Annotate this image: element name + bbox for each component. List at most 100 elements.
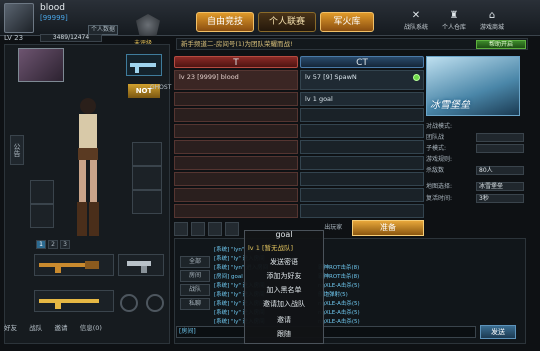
tab-armory[interactable]: 军火库 (320, 12, 374, 32)
mode-select[interactable] (476, 133, 524, 142)
rifle-icon (130, 63, 156, 73)
nav-team-system[interactable]: ✕ 战队系统 (398, 10, 434, 32)
chat-input[interactable]: [房间] (176, 326, 476, 338)
t-empty-slot[interactable] (174, 140, 298, 154)
gear-slot[interactable] (132, 190, 162, 214)
gold-rifle-icon (39, 299, 99, 309)
tab-personal-league[interactable]: 个人联赛 (258, 12, 316, 32)
weapon-tag-sub: GHOST (150, 84, 172, 91)
nav-team-label: 战队系统 (403, 24, 428, 31)
map-name: 冰雪堡垒 (430, 100, 470, 111)
t-empty-slot[interactable] (174, 188, 298, 202)
invite-button[interactable]: 邀请 (54, 322, 67, 332)
vest-icon[interactable] (225, 222, 239, 236)
warehouse-icon: ♜ (449, 10, 459, 21)
helmet-icon[interactable] (191, 222, 205, 236)
ct-player-id: [9] (323, 73, 333, 81)
setting-map: 地图选择: 冰雪堡垒 (426, 182, 526, 192)
menu-item-add-friend[interactable]: 添加为好友 (248, 270, 320, 283)
user-name: blood (40, 3, 65, 13)
messages-button[interactable]: 信息(0) (80, 322, 102, 332)
friends-button[interactable]: 好友 (4, 322, 17, 332)
exp-bar: 3489/12474 (40, 34, 102, 42)
ct-player-slot[interactable]: lv 57 [9] SpawN (300, 70, 424, 90)
t-empty-slot[interactable] (174, 172, 298, 186)
ready-button[interactable]: 准备 (352, 220, 424, 236)
ct-empty-slot[interactable] (300, 140, 424, 154)
setting-submode-label: 子模式: (426, 144, 526, 154)
nav-warehouse-label: 个人仓库 (441, 24, 466, 31)
ct-empty-slot[interactable] (300, 108, 424, 122)
page-1[interactable]: 1 (36, 240, 46, 249)
t-empty-slot[interactable] (174, 124, 298, 138)
tab-free-battle[interactable]: 自由竞技 (196, 12, 254, 32)
nav-shop[interactable]: ⌂ 游戏商城 (474, 10, 510, 32)
context-team-status: [暂无战队] (261, 244, 294, 252)
ct-empty-slot[interactable] (300, 156, 424, 170)
t-player-level: lv 23 (179, 73, 195, 81)
chat-line-right: 霸神ROT击杀(8) (318, 265, 360, 271)
user-level: LV 23 (4, 34, 24, 42)
send-button[interactable]: 发送 (480, 325, 516, 339)
armor-slot[interactable] (132, 166, 162, 190)
mask-icon[interactable] (208, 222, 222, 236)
t-empty-slot[interactable] (174, 156, 298, 170)
character-portrait[interactable] (18, 48, 64, 82)
t-empty-slot[interactable] (174, 204, 298, 218)
ct-player-level: lv 1 (305, 95, 317, 103)
ct-player-slot[interactable]: lv 1 goal (300, 92, 424, 106)
page-2[interactable]: 2 (48, 240, 58, 249)
kick-player-button[interactable]: 出玩家 (324, 222, 342, 231)
ct-empty-slot[interactable] (300, 188, 424, 202)
setting-respawn: 复活时间: 3秒 (426, 194, 526, 204)
menu-item-blacklist[interactable]: 加入黑名单 (248, 284, 320, 297)
help-button[interactable]: 帮助开启 (476, 40, 526, 49)
weapon-slot-pistol[interactable] (118, 254, 164, 276)
chat-line-right: ngXLE-A击杀(5) (318, 283, 360, 289)
t-empty-slot[interactable] (174, 92, 298, 106)
chat-tab-room[interactable]: 房间 (180, 270, 210, 282)
t-empty-slot[interactable] (174, 108, 298, 122)
ct-empty-slot[interactable] (300, 204, 424, 218)
menu-item-follow[interactable]: 跟随 (248, 328, 320, 341)
nav-warehouse[interactable]: ♜ 个人仓库 (436, 10, 472, 32)
chat-channel-label: [房间] (179, 328, 196, 335)
weapon-slot-gold-rifle[interactable] (34, 290, 114, 312)
context-level: lv 1 (248, 244, 260, 252)
grenade-slot[interactable] (30, 180, 54, 204)
menu-item-invite-team[interactable]: 邀请加入战队 (248, 298, 320, 311)
setting-kills: 杀敌数 80人 (426, 166, 526, 176)
menu-item-invite[interactable]: 邀请 (248, 314, 320, 327)
menu-item-whisper[interactable]: 发送密语 (248, 256, 320, 269)
chat-tab-private[interactable]: 私聊 (180, 298, 210, 310)
ct-empty-slot[interactable] (300, 172, 424, 186)
pistol-icon (127, 261, 151, 273)
chat-tab-all[interactable]: 全部 (180, 256, 210, 268)
t-player-name: blood (220, 73, 239, 81)
user-avatar[interactable] (4, 3, 34, 33)
t-player-slot[interactable]: lv 23 [9999] blood (174, 70, 298, 90)
kills-select[interactable]: 80人 (476, 166, 524, 175)
primary-weapon-slot[interactable] (126, 54, 162, 76)
announcement-side-tab[interactable]: 公告 (10, 135, 24, 165)
team-button[interactable]: 战队 (29, 322, 42, 332)
grenade-icon[interactable] (174, 222, 188, 236)
weapon-slot-rifle[interactable] (34, 254, 114, 276)
ct-empty-slot[interactable] (300, 124, 424, 138)
context-menu-subtitle: lv 1 [暂无战队] (248, 242, 320, 252)
ct-player-level: lv 57 (305, 73, 321, 81)
empty-slot-icon[interactable] (146, 294, 164, 312)
helmet-slot[interactable] (132, 142, 162, 166)
shop-icon: ⌂ (488, 10, 496, 21)
chat-tab-team[interactable]: 战队 (180, 284, 210, 296)
chat-line-right: ngXLE-A击杀(5) (318, 301, 360, 307)
empty-slot-icon[interactable] (120, 294, 138, 312)
respawn-select[interactable]: 3秒 (476, 194, 524, 203)
map-select[interactable]: 冰雪堡垒 (476, 182, 524, 191)
knife-slot[interactable] (30, 204, 54, 228)
ak-rifle-icon (39, 261, 99, 273)
team-icon: ✕ (411, 10, 421, 21)
ct-player-name: goal (318, 95, 333, 103)
submode-select[interactable] (476, 144, 524, 153)
page-3[interactable]: 3 (60, 240, 70, 249)
